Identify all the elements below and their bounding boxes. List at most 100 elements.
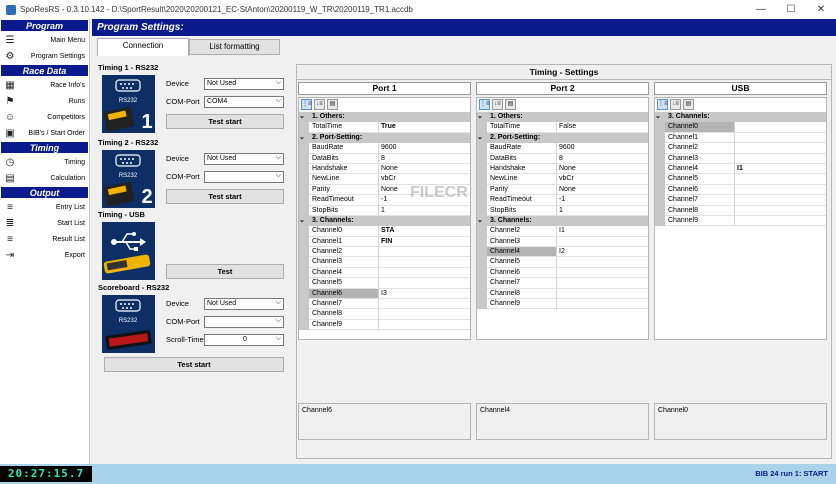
property-value[interactable] xyxy=(557,278,648,289)
property-row[interactable]: Channel3 xyxy=(655,153,826,164)
maximize-button[interactable]: ☐ xyxy=(776,0,806,19)
property-grid[interactable]: ⋮≡ ↓≡ ▤ ⌄ 3. Channels: Channel0 Channel1 Channe… xyxy=(654,97,827,340)
comport-select[interactable] xyxy=(204,316,284,328)
property-value[interactable] xyxy=(735,143,826,154)
property-row[interactable]: Channel8 xyxy=(477,288,648,300)
property-row[interactable]: Channel3 xyxy=(299,257,470,268)
property-value[interactable]: 9600 xyxy=(379,143,470,154)
property-value[interactable]: FIN xyxy=(379,237,470,248)
property-row[interactable]: Channel5 xyxy=(299,278,470,289)
property-value[interactable]: I3 xyxy=(379,289,470,300)
property-value[interactable]: -1 xyxy=(557,195,648,206)
device-select[interactable]: Not Used xyxy=(204,298,284,310)
categorized-icon[interactable]: ⋮≡ xyxy=(479,99,490,110)
property-pages-icon[interactable]: ▤ xyxy=(505,99,516,110)
grid-category[interactable]: ⌄ 3. Channels: xyxy=(655,112,826,123)
property-value[interactable] xyxy=(379,299,470,310)
property-row[interactable]: StopBits 1 xyxy=(477,205,648,216)
sidebar-item[interactable]: ▦ Race Info's xyxy=(0,77,89,93)
property-row[interactable]: Channel9 xyxy=(477,299,648,310)
property-value[interactable]: STA xyxy=(379,226,470,237)
property-value[interactable]: I1 xyxy=(557,226,648,237)
property-value[interactable] xyxy=(735,122,826,133)
property-row[interactable]: Channel4 I2 xyxy=(477,247,648,258)
tab-connection[interactable]: Connection xyxy=(97,38,189,56)
property-row[interactable]: Channel9 xyxy=(655,215,826,227)
property-value[interactable] xyxy=(379,309,470,320)
grid-category[interactable]: ⌄ 2. Port-Setting: xyxy=(299,132,470,144)
sidebar-item[interactable]: ≡ Result List xyxy=(0,231,89,247)
property-row[interactable]: StopBits 1 xyxy=(299,205,470,216)
test-start-button[interactable]: Test start xyxy=(166,189,284,204)
sidebar-item[interactable]: ≣ Start List xyxy=(0,215,89,231)
collapse-icon[interactable]: ⌄ xyxy=(477,215,487,227)
property-value[interactable]: None xyxy=(379,164,470,175)
property-row[interactable]: Channel1 FIN xyxy=(299,236,470,248)
property-row[interactable]: Channel5 xyxy=(655,174,826,185)
property-value[interactable]: 8 xyxy=(379,154,470,164)
property-row[interactable]: Channel7 xyxy=(655,195,826,206)
property-value[interactable]: I1 xyxy=(735,164,826,175)
test-button[interactable]: Test xyxy=(166,264,284,279)
sidebar-item[interactable]: ▣ BIB's / Start Order xyxy=(0,125,89,141)
sidebar-item[interactable]: ☺ Competitors xyxy=(0,109,89,125)
device-select[interactable]: Not Used xyxy=(204,78,284,90)
property-value[interactable]: vbCr xyxy=(557,174,648,185)
property-row[interactable]: Channel2 I1 xyxy=(477,226,648,237)
sidebar-item[interactable]: ▤ Calculation xyxy=(0,170,89,186)
property-value[interactable]: False xyxy=(557,122,648,133)
property-value[interactable] xyxy=(735,185,826,196)
collapse-icon[interactable]: ⌄ xyxy=(477,132,487,144)
sidebar-item[interactable]: ☰ Main Menu xyxy=(0,32,89,48)
property-value[interactable]: None xyxy=(557,164,648,175)
grid-category[interactable]: ⌄ 1. Others: xyxy=(477,112,648,123)
property-value[interactable] xyxy=(735,206,826,216)
sidebar-item[interactable]: ≡ Entry List xyxy=(0,199,89,215)
property-row[interactable]: NewLine vbCr xyxy=(477,174,648,185)
property-value[interactable] xyxy=(557,257,648,268)
categorized-icon[interactable]: ⋮≡ xyxy=(657,99,668,110)
property-value[interactable] xyxy=(735,174,826,185)
grid-category[interactable]: ⌄ 3. Channels: xyxy=(299,215,470,227)
property-value[interactable]: True xyxy=(379,122,470,133)
tab-list-formatting[interactable]: List formatting xyxy=(189,39,280,55)
comport-select[interactable] xyxy=(204,171,284,183)
property-row[interactable]: Channel2 xyxy=(299,247,470,258)
property-value[interactable] xyxy=(557,289,648,300)
collapse-icon[interactable]: ⌄ xyxy=(299,215,309,227)
property-pages-icon[interactable]: ▤ xyxy=(683,99,694,110)
property-row[interactable]: Handshake None xyxy=(477,163,648,175)
collapse-icon[interactable]: ⌄ xyxy=(477,112,487,123)
property-pages-icon[interactable]: ▤ xyxy=(327,99,338,110)
property-row[interactable]: Channel8 xyxy=(299,309,470,320)
property-value[interactable] xyxy=(379,320,470,331)
sidebar-item[interactable]: ◷ Timing xyxy=(0,154,89,170)
grid-category[interactable]: ⌄ 3. Channels: xyxy=(477,215,648,227)
sort-az-icon[interactable]: ↓≡ xyxy=(670,99,681,110)
property-row[interactable]: Channel8 xyxy=(655,205,826,216)
property-value[interactable] xyxy=(379,268,470,279)
property-row[interactable]: ReadTimeout -1 xyxy=(477,195,648,206)
property-row[interactable]: Handshake None xyxy=(299,163,470,175)
property-value[interactable] xyxy=(557,268,648,279)
property-value[interactable] xyxy=(379,257,470,268)
property-value[interactable]: 1 xyxy=(379,206,470,216)
comport-select[interactable]: COM4 xyxy=(204,96,284,108)
property-value[interactable] xyxy=(735,133,826,144)
property-grid[interactable]: ⋮≡ ↓≡ ▤ ⌄ 1. Others: TotalTime True ⌄ 2. Port-Se… xyxy=(298,97,471,340)
property-value[interactable] xyxy=(557,237,648,248)
sort-az-icon[interactable]: ↓≡ xyxy=(492,99,503,110)
property-row[interactable]: Channel9 xyxy=(299,319,470,331)
property-row[interactable]: Channel1 xyxy=(655,132,826,144)
grid-category[interactable]: ⌄ 2. Port-Setting: xyxy=(477,132,648,144)
property-value[interactable] xyxy=(735,216,826,227)
property-row[interactable]: DataBits 8 xyxy=(299,153,470,164)
sidebar-item[interactable]: ⇥ Export xyxy=(0,247,89,263)
categorized-icon[interactable]: ⋮≡ xyxy=(301,99,312,110)
minimize-button[interactable]: — xyxy=(746,0,776,19)
collapse-icon[interactable]: ⌄ xyxy=(299,132,309,144)
property-row[interactable]: Channel7 xyxy=(477,278,648,289)
scroll-time-stepper[interactable]: 0 xyxy=(204,334,284,346)
property-row[interactable]: DataBits 8 xyxy=(477,153,648,164)
property-row[interactable]: Channel4 I1 xyxy=(655,163,826,175)
